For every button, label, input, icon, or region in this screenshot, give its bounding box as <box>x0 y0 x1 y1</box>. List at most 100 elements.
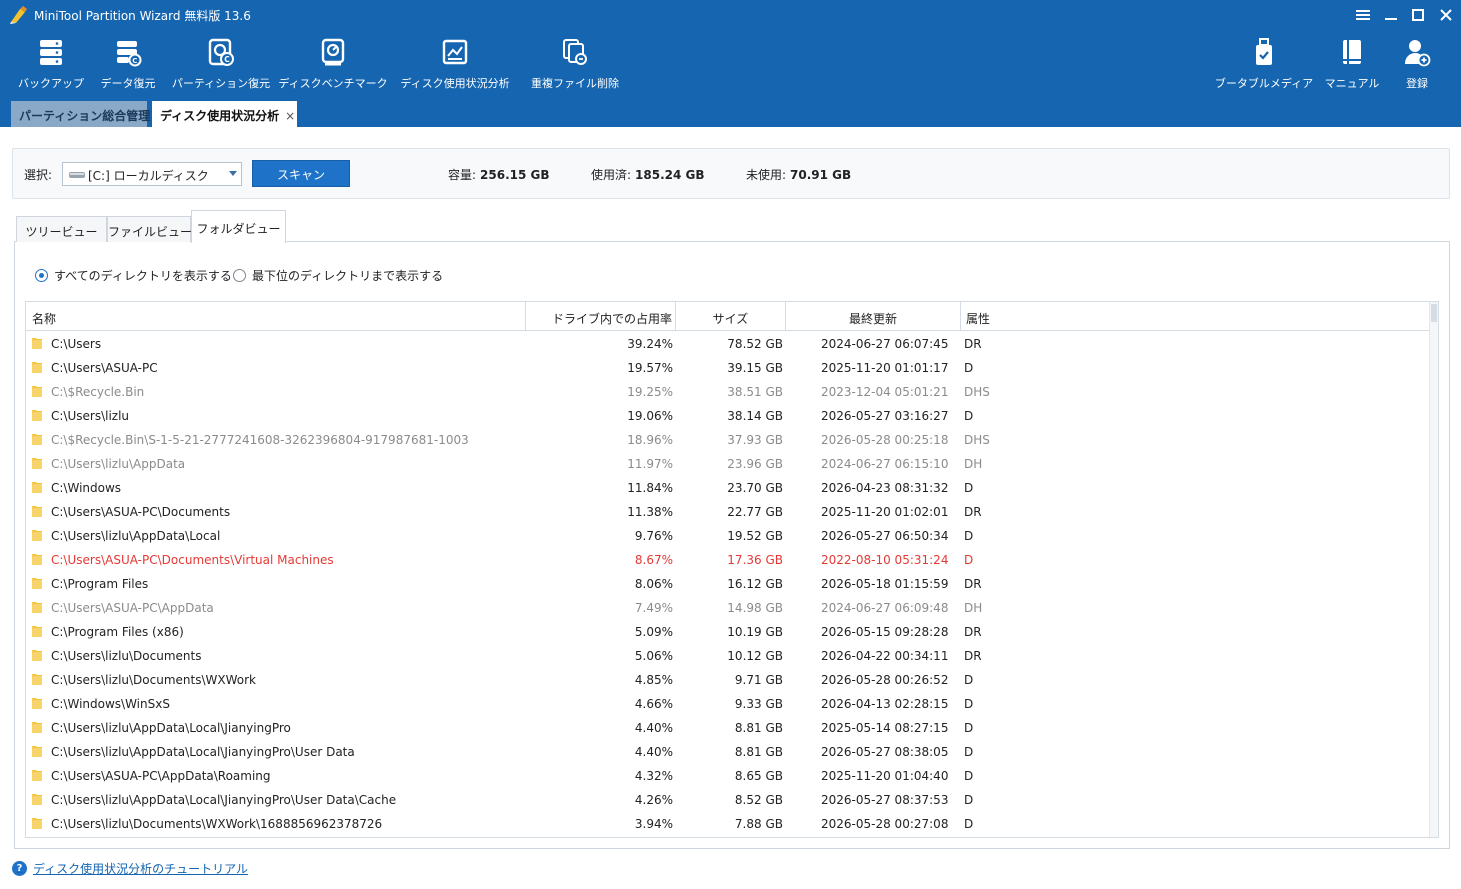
tutorial-link[interactable]: ? ディスク使用状況分析のチュートリアル <box>12 860 248 877</box>
data-recovery-icon: C <box>112 36 144 68</box>
cell-name: C:\Windows <box>51 481 122 495</box>
table-row[interactable]: C:\Users\lizlu\Documents\WXWork 4.85% 9.71… <box>26 667 1430 691</box>
cell-attr: D <box>964 553 974 567</box>
tab-file-view[interactable]: ファイルビュー <box>107 216 192 242</box>
col-pct-label: ドライブ内での占用率 <box>552 312 673 326</box>
folder-icon <box>32 722 42 733</box>
cell-size: 9.33 GB <box>734 697 783 711</box>
cell-name: C:\Users <box>51 337 102 351</box>
cell-name: C:\Program Files (x86) <box>51 625 184 639</box>
table-row[interactable]: C:\Windows\WinSxS 4.66% 9.33 GB 2026-04-13 … <box>26 691 1430 715</box>
cell-size: 16.12 GB <box>727 577 783 591</box>
tab-space-analyzer[interactable]: ディスク使用状況分析 × <box>152 101 297 127</box>
tab-tree-view[interactable]: ツリービュー <box>16 216 107 242</box>
cell-pct: 4.40% <box>634 745 673 759</box>
svg-text:C: C <box>224 55 230 64</box>
table-row[interactable]: C:\Users\ASUA-PC\AppData\Roaming 4.32% 8.6… <box>26 763 1430 787</box>
cell-date: 2026-05-27 06:50:34 <box>821 529 949 543</box>
cell-date: 2025-11-20 01:04:40 <box>821 769 949 783</box>
folder-icon <box>32 650 42 661</box>
cell-attr: D <box>964 529 974 543</box>
col-pct-header[interactable]: ドライブ内での占用率 <box>526 302 676 331</box>
tool-label: ディスク使用状況分析 <box>400 77 510 90</box>
cell-attr: D <box>964 745 974 759</box>
cell-attr: D <box>964 481 974 495</box>
window-title: MiniTool Partition Wizard 無料版 13.6 <box>34 9 251 23</box>
cell-date: 2022-08-10 05:31:24 <box>821 553 949 567</box>
scan-button[interactable]: スキャン <box>252 160 350 187</box>
col-attr-header[interactable]: 属性 <box>961 302 1430 331</box>
free-stat: 未使用: 70.91 GB <box>746 166 851 183</box>
vertical-scrollbar[interactable] <box>1429 302 1438 837</box>
maximize-button[interactable] <box>1405 4 1431 26</box>
table-row[interactable]: C:\Users\ASUA-PC\Documents\Virtual Machi… <box>26 547 1430 571</box>
folder-icon <box>32 362 42 373</box>
table-row[interactable]: C:\$Recycle.Bin 19.25% 38.51 GB 2023-12-04 … <box>26 379 1430 403</box>
tab-partition-management[interactable]: パーティション総合管理 <box>11 101 150 127</box>
table-row[interactable]: C:\Program Files (x86) 5.09% 10.19 GB 2026-… <box>26 619 1430 643</box>
tool-backup[interactable]: バックアップ <box>18 36 84 94</box>
cell-size: 22.77 GB <box>727 505 783 519</box>
table-row[interactable]: C:\Program Files 8.06% 16.12 GB 2026-05-18 … <box>26 571 1430 595</box>
cell-name: C:\Users\lizlu\Documents\WXWork\16888569… <box>51 817 383 831</box>
tool-duplicate-file[interactable]: 重複ファイル削除 <box>531 36 619 94</box>
table-row[interactable]: C:\Users\ASUA-PC\AppData 7.49% 14.98 GB 202… <box>26 595 1430 619</box>
tool-partition-recovery[interactable]: C パーティション復元 <box>172 36 270 94</box>
table-row[interactable]: C:\Users\lizlu\Documents 5.06% 10.12 GB 202… <box>26 643 1430 667</box>
table-row[interactable]: C:\Windows 11.84% 23.70 GB 2026-04-23 08:31… <box>26 475 1430 499</box>
cell-name: C:\Windows\WinSxS <box>51 697 170 711</box>
table-row[interactable]: C:\Users\ASUA-PC\Documents 11.38% 22.77 GB… <box>26 499 1430 523</box>
radio-show-all-dirs[interactable]: すべてのディレクトリを表示する <box>35 267 232 284</box>
tab-close-icon[interactable]: × <box>285 109 295 123</box>
cell-name: C:\Users\ASUA-PC\AppData <box>51 601 214 615</box>
col-date-header[interactable]: 最終更新 <box>786 302 961 331</box>
col-name-header[interactable]: 名称 <box>26 302 526 331</box>
table-row[interactable]: C:\Users\lizlu\AppData\Local\JianyingPro… <box>26 787 1430 811</box>
table-row[interactable]: C:\Users\lizlu 19.06% 38.14 GB 2026-05-27 0… <box>26 403 1430 427</box>
drive-dropdown[interactable]: [C:] ローカルディスク <box>62 162 242 186</box>
cell-pct: 11.97% <box>627 457 673 471</box>
capacity-stat: 容量: 256.15 GB <box>448 166 550 183</box>
cell-size: 19.52 GB <box>727 529 783 543</box>
cell-pct: 5.06% <box>634 649 673 663</box>
tool-data-recovery[interactable]: C データ復元 <box>100 36 156 94</box>
cell-date: 2025-11-20 01:01:17 <box>821 361 949 375</box>
cell-size: 37.93 GB <box>727 433 783 447</box>
cell-attr: D <box>964 793 974 807</box>
table-row[interactable]: C:\Users\ASUA-PC 19.57% 39.15 GB 2025-11-20… <box>26 355 1430 379</box>
tool-space-analyzer[interactable]: ディスク使用状況分析 <box>400 36 510 94</box>
menu-button[interactable] <box>1350 4 1376 26</box>
tool-label: ディスクベンチマーク <box>278 77 388 90</box>
cell-date: 2023-12-04 05:01:21 <box>821 385 949 399</box>
close-window-button[interactable] <box>1433 4 1459 26</box>
cell-name: C:\Users\ASUA-PC <box>51 361 158 375</box>
cell-name: C:\Users\ASUA-PC\AppData\Roaming <box>51 769 271 783</box>
tool-bootable-media[interactable]: ブータブルメディア <box>1215 36 1313 94</box>
table-row[interactable]: C:\Users\lizlu\Documents\WXWork\16888569… <box>26 811 1430 835</box>
scrollbar-thumb[interactable] <box>1431 304 1437 322</box>
table-row[interactable]: C:\Users\lizlu\AppData 11.97% 23.96 GB 2024… <box>26 451 1430 475</box>
cell-name: C:\Users\lizlu\AppData <box>51 457 186 471</box>
radio-show-lowest-dirs[interactable]: 最下位のディレクトリまで表示する <box>233 267 443 284</box>
tool-manual[interactable]: マニュアル <box>1325 36 1379 94</box>
table-row[interactable]: C:\Users 39.24% 78.52 GB 2024-06-27 06:07:4… <box>26 331 1430 355</box>
free-value: 70.91 GB <box>790 168 852 182</box>
tab-folder-view[interactable]: フォルダビュー <box>191 210 286 243</box>
cell-name: C:\Users\lizlu <box>51 409 130 423</box>
tool-disk-benchmark[interactable]: ディスクベンチマーク <box>278 36 388 94</box>
folder-icon <box>32 698 42 709</box>
table-row[interactable]: C:\Users\lizlu\AppData\Local\JianyingPro… <box>26 715 1430 739</box>
cell-size: 10.19 GB <box>727 625 783 639</box>
radio-checked-icon <box>35 269 48 282</box>
table-row[interactable]: C:\$Recycle.Bin\S-1-5-21-2777241608-3262… <box>26 427 1430 451</box>
table-row[interactable]: C:\Users\lizlu\AppData\Local 9.76% 19.52 G… <box>26 523 1430 547</box>
cell-name: C:\Users\ASUA-PC\Documents <box>51 505 231 519</box>
cell-attr: D <box>964 769 974 783</box>
tool-register[interactable]: 登録 <box>1400 36 1434 94</box>
minimize-button[interactable] <box>1378 4 1404 26</box>
col-size-header[interactable]: サイズ <box>676 302 786 331</box>
table-header: 名称 ドライブ内での占用率 サイズ 最終更新 属性 <box>26 302 1430 331</box>
cell-attr: DHS <box>964 385 990 399</box>
table-row[interactable]: C:\Users\lizlu\AppData\Local\JianyingPro… <box>26 739 1430 763</box>
title-bar: MiniTool Partition Wizard 無料版 13.6 <box>0 0 1461 30</box>
